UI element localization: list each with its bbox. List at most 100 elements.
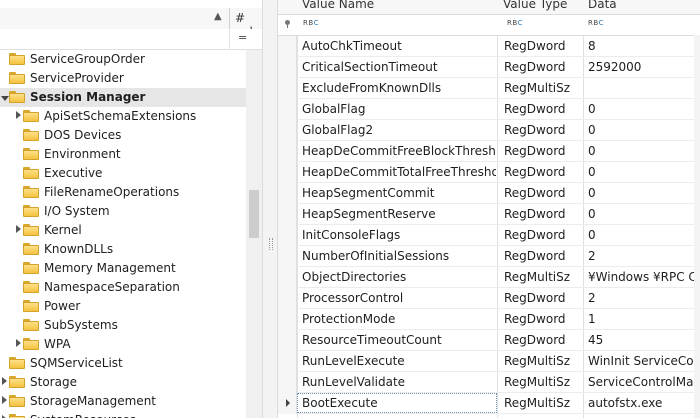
row-indicator[interactable] [278,141,297,162]
row-indicator[interactable] [278,78,297,99]
table-row[interactable]: CriticalSectionTimeout RegDword 2592000 [278,57,700,78]
sort-up-icon[interactable]: ▲ [214,11,222,22]
tree-item-label: StorageManagement [30,394,156,408]
tree-item[interactable]: FileRenameOperations [0,183,246,202]
table-row[interactable]: ResourceTimeoutCount RegDword 45 [278,330,700,351]
value-type-cell: RegMultiSz [504,81,571,95]
pin-icon[interactable] [285,20,290,28]
header-data[interactable]: Data [588,0,617,11]
chevron-right-icon[interactable] [16,339,21,347]
tree-item[interactable]: I/O System [0,202,246,221]
table-row[interactable]: HeapDeCommitTotalFreeThreshold RegDword 0 [278,162,700,183]
chevron-right-icon[interactable] [2,396,7,404]
tree-item[interactable]: StorageManagement [0,392,246,411]
header-value-name[interactable]: Value Name [302,0,374,11]
tree-item[interactable]: Memory Management [0,259,246,278]
text-filter-icon[interactable]: RBC [588,19,604,27]
tree-item[interactable]: ServiceProvider [0,69,246,88]
tree-item-label: Kernel [44,223,82,237]
table-row[interactable]: RunLevelExecute RegMultiSz WinInit Service… [278,351,700,372]
tree-item[interactable]: SubSystems [0,316,246,335]
tree-item[interactable]: SystemResources [0,411,246,418]
table-row[interactable]: NumberOfInitialSessions RegDword 2 [278,246,700,267]
table-row[interactable]: HeapSegmentCommit RegDword 0 [278,183,700,204]
row-indicator[interactable] [278,57,297,78]
scrollbar-thumb[interactable] [249,190,259,238]
chevron-down-icon[interactable] [1,96,9,101]
tree-item[interactable]: Storage [0,373,246,392]
table-row[interactable]: BootExecute RegMultiSz autofstx.exe [278,393,700,414]
tree-item[interactable]: Environment [0,145,246,164]
value-data-cell: 2 [588,249,596,263]
pane-splitter[interactable] [262,0,278,418]
tree-item[interactable]: ServiceGroupOrder [0,50,246,69]
tree-vertical-scrollbar[interactable] [246,50,262,418]
table-row[interactable]: RunLevelValidate RegMultiSz ServiceControl… [278,372,700,393]
tree-item-label: FileRenameOperations [44,185,180,199]
row-indicator[interactable] [278,183,297,204]
row-indicator[interactable] [278,351,297,372]
table-row[interactable]: ProcessorControl RegDword 2 [278,288,700,309]
row-indicator[interactable] [278,393,297,414]
value-name-cell: GlobalFlag2 [302,123,374,137]
text-filter-icon[interactable]: RBC [507,19,523,27]
table-row[interactable]: ExcludeFromKnownDlls RegMultiSz [278,78,700,99]
tree-item[interactable]: NamespaceSeparation [0,278,246,297]
table-row[interactable]: ObjectDirectories RegMultiSz ¥Windows ¥RPC… [278,267,700,288]
value-type-cell: RegDword [504,144,566,158]
tree-item[interactable]: Executive [0,164,246,183]
row-indicator[interactable] [278,330,297,351]
table-row[interactable]: ProtectionMode RegDword 1 [278,309,700,330]
folder-icon [9,72,25,84]
tree-item[interactable]: Kernel [0,221,246,240]
row-indicator[interactable] [278,162,297,183]
folder-icon [23,148,39,160]
tree-item[interactable]: WPA [0,335,246,354]
value-name-cell: ResourceTimeoutCount [302,333,442,347]
row-indicator[interactable] [278,36,297,57]
grid-vertical-scrollbar[interactable] [694,35,700,418]
chevron-right-icon[interactable] [16,225,21,233]
row-indicator[interactable] [278,309,297,330]
tree-item-label: Storage [30,375,77,389]
value-data-cell: 0 [588,123,596,137]
tree-item[interactable]: Session Manager [0,88,246,107]
text-filter-icon[interactable]: RBC [303,19,319,27]
filter-equals-icon[interactable]: = [238,31,247,44]
tree-item[interactable]: SQMServiceList [0,354,246,373]
tree-item[interactable]: KnownDLLs [0,240,246,259]
tree-item[interactable]: DOS Devices [0,126,246,145]
splitter-grip-icon[interactable] [269,238,273,250]
value-type-cell: RegDword [504,186,566,200]
table-row[interactable]: GlobalFlag2 RegDword 0 [278,120,700,141]
row-indicator[interactable] [278,267,297,288]
value-type-cell: RegMultiSz [504,354,571,368]
row-indicator[interactable] [278,204,297,225]
value-type-cell: RegDword [504,228,566,242]
row-indicator[interactable] [278,372,297,393]
row-indicator[interactable] [278,120,297,141]
tree-item[interactable]: ApiSetSchemaExtensions [0,107,246,126]
value-name-cell: HeapDeCommitTotalFreeThreshold [302,165,496,179]
tree-item-label: I/O System [44,204,110,218]
tree-item-label: KnownDLLs [44,242,114,256]
row-indicator[interactable] [278,225,297,246]
row-indicator[interactable] [278,99,297,120]
table-row[interactable]: HeapSegmentReserve RegDword 0 [278,204,700,225]
value-name-cell: RunLevelValidate [302,375,406,389]
tree-filter-row[interactable]: = [0,29,262,50]
tree-item[interactable]: Power [0,297,246,316]
value-data-cell: 0 [588,186,596,200]
column-separator[interactable] [229,8,230,29]
row-indicator[interactable] [278,288,297,309]
chevron-right-icon[interactable] [2,377,7,385]
row-indicator[interactable] [278,246,297,267]
value-type-cell: RegMultiSz [504,396,571,410]
table-row[interactable]: AutoChkTimeout RegDword 8 [278,36,700,57]
table-row[interactable]: HeapDeCommitFreeBlockThreshold RegDword 0 [278,141,700,162]
header-value-type[interactable]: Value Type [503,0,567,11]
chevron-right-icon[interactable] [16,111,21,119]
value-data-cell: 1 [588,312,596,326]
table-row[interactable]: GlobalFlag RegDword 0 [278,99,700,120]
table-row[interactable]: InitConsoleFlags RegDword 0 [278,225,700,246]
